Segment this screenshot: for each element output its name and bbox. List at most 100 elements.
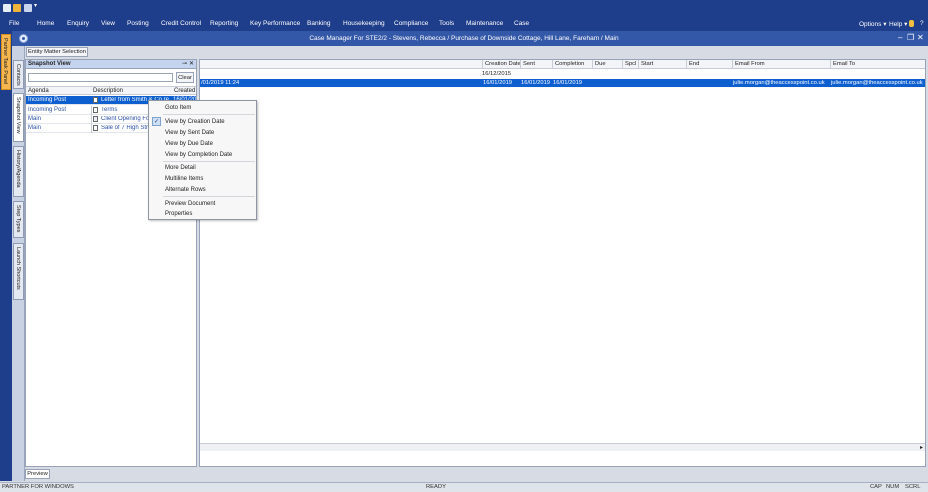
menu-housekeeping[interactable]: Housekeeping — [343, 20, 385, 27]
column-email-from[interactable]: Email From — [732, 60, 830, 69]
snapshot-title: Snapshot View — [28, 61, 71, 67]
menu-view-by-due-date[interactable]: View by Due Date — [165, 141, 213, 147]
column-creation-date[interactable]: Creation Date — [482, 60, 521, 69]
column-description[interactable]: Description — [93, 88, 123, 94]
menu-reporting[interactable]: Reporting — [210, 20, 238, 27]
column-created[interactable]: Created — [174, 88, 195, 94]
tab-contacts-label: Contacts — [15, 64, 21, 86]
column-sent[interactable]: Sent — [520, 60, 552, 69]
menu-maintenance[interactable]: Maintenance — [466, 20, 503, 27]
form-icon — [93, 116, 98, 122]
title-bar: ▾ — [0, 0, 928, 17]
status-scrl: SCRL — [905, 484, 921, 490]
tab-launch-shortcuts[interactable]: Launch Shortcuts — [13, 243, 24, 300]
status-app-name: PARTNER FOR WINDOWS — [2, 484, 74, 490]
menu-view[interactable]: View — [101, 20, 115, 27]
column-due[interactable]: Due — [592, 60, 622, 69]
column-divider — [91, 124, 92, 133]
grid-row[interactable]: /01/2019 11:24 16/01/2019 16/01/2019 16/… — [200, 79, 925, 87]
menu-view-by-completion-date[interactable]: View by Completion Date — [165, 152, 232, 158]
column-start[interactable]: Start — [638, 60, 686, 69]
menu-banking[interactable]: Banking — [307, 20, 331, 27]
tab-snapshot-view[interactable]: Snapshot View — [13, 93, 24, 142]
menu-compliance[interactable]: Compliance — [394, 20, 428, 27]
row-time: /01/2019 11:24 — [201, 80, 240, 86]
close-button[interactable]: ✕ — [917, 33, 924, 42]
menu-credit-control[interactable]: Credit Control — [161, 20, 201, 27]
row-creation-date: 16/01/2019 — [483, 80, 513, 86]
column-email-to[interactable]: Email To — [830, 60, 925, 69]
column-completion[interactable]: Completion — [552, 60, 592, 69]
menu-key-performance[interactable]: Key Performance — [250, 20, 300, 27]
preview-button[interactable]: Preview — [25, 469, 50, 479]
menu-properties[interactable]: Properties — [165, 211, 192, 217]
document-icon — [93, 97, 98, 103]
row-agenda: Incoming Post — [28, 107, 67, 113]
clear-button[interactable]: Clear — [176, 72, 194, 83]
grid-column-headers: Creation Date Sent Completion Due Spcl S… — [200, 60, 925, 69]
document-icon — [93, 125, 98, 131]
partner-task-panel-tab[interactable]: Partner Task Panel — [1, 34, 11, 90]
menu-enquiry[interactable]: Enquiry — [67, 20, 89, 27]
lightbulb-icon[interactable] — [909, 20, 914, 27]
menu-preview-document[interactable]: Preview Document — [165, 201, 215, 207]
options-label: Options — [859, 21, 882, 28]
case-window-bar: Case Manager For STE2/2 - Stevens, Rebec… — [0, 31, 928, 46]
menu-separator — [163, 114, 255, 115]
horizontal-scrollbar[interactable]: ▸ — [200, 443, 925, 451]
column-agenda[interactable]: Agenda — [28, 88, 49, 94]
help-menu[interactable]: Help ▾ — [889, 20, 907, 28]
status-ready: READY — [426, 484, 446, 490]
help-question-icon[interactable]: ? — [920, 20, 924, 27]
row-agenda: Main — [28, 116, 42, 122]
menu-alternate-rows[interactable]: Alternate Rows — [165, 187, 206, 193]
tab-history-agenda[interactable]: History/Agenda — [13, 146, 24, 197]
menu-home[interactable]: Home — [37, 20, 54, 27]
menu-bar: File Home Enquiry View Posting Credit Co… — [0, 17, 928, 31]
row-email-to: julie.morgan@theaccesspoint.co.uk — [831, 80, 923, 86]
status-bar: PARTNER FOR WINDOWS READY CAP NUM SCRL — [0, 482, 928, 492]
menu-case[interactable]: Case — [514, 20, 529, 27]
menu-goto-item[interactable]: Goto Item — [165, 105, 191, 111]
column-divider — [91, 115, 92, 124]
snapshot-column-headers: Agenda Description Created — [26, 86, 196, 95]
tab-step-types[interactable]: Step Types — [13, 201, 24, 238]
options-menu[interactable]: Options ▾ — [859, 20, 886, 28]
status-num: NUM — [886, 484, 900, 490]
row-completion-date: 16/01/2019 — [553, 80, 583, 86]
menu-separator — [163, 161, 255, 162]
snapshot-header: Snapshot View ⊸ ✕ — [26, 60, 196, 69]
tab-contacts[interactable]: Contacts — [13, 60, 24, 89]
menu-multiline-items[interactable]: Multiline Items — [165, 176, 203, 182]
check-mark: ✓ — [154, 119, 160, 125]
column-divider — [91, 106, 92, 115]
entity-matter-selection-button[interactable]: Entity Matter Selection — [26, 47, 88, 57]
context-menu: Goto Item ✓ View by Creation Date View b… — [148, 100, 257, 220]
tab-snapshot-view-label: Snapshot View — [15, 97, 21, 134]
pin-icon[interactable]: ⊸ — [182, 60, 187, 67]
menu-file[interactable]: File — [9, 20, 19, 27]
check-icon: ✓ — [152, 117, 161, 126]
scroll-right-icon[interactable]: ▸ — [920, 444, 923, 451]
tab-launch-shortcuts-label: Launch Shortcuts — [15, 247, 21, 290]
restore-button[interactable]: ❐ — [907, 33, 914, 42]
folder-icon[interactable] — [13, 4, 21, 12]
tab-step-types-label: Step Types — [15, 205, 21, 233]
menu-more-detail[interactable]: More Detail — [165, 165, 196, 171]
menu-view-by-creation-date[interactable]: View by Creation Date — [165, 119, 225, 125]
row-agenda: Incoming Post — [28, 97, 67, 103]
minimize-button[interactable]: – — [898, 33, 902, 42]
tab-history-agenda-label: History/Agenda — [15, 150, 21, 188]
column-end[interactable]: End — [686, 60, 732, 69]
partner-task-panel-label: Partner Task Panel — [2, 38, 8, 85]
column-spcl[interactable]: Spcl — [622, 60, 638, 69]
close-icon[interactable]: ✕ — [189, 60, 194, 67]
document-icon — [93, 107, 98, 113]
menu-tools[interactable]: Tools — [439, 20, 454, 27]
help-label: Help — [889, 21, 903, 28]
menu-view-by-sent-date[interactable]: View by Sent Date — [165, 130, 214, 136]
tools-icon[interactable] — [24, 4, 32, 12]
quick-access-dropdown-icon[interactable]: ▾ — [34, 2, 39, 10]
snapshot-search-input[interactable] — [28, 73, 173, 82]
menu-posting[interactable]: Posting — [127, 20, 149, 27]
